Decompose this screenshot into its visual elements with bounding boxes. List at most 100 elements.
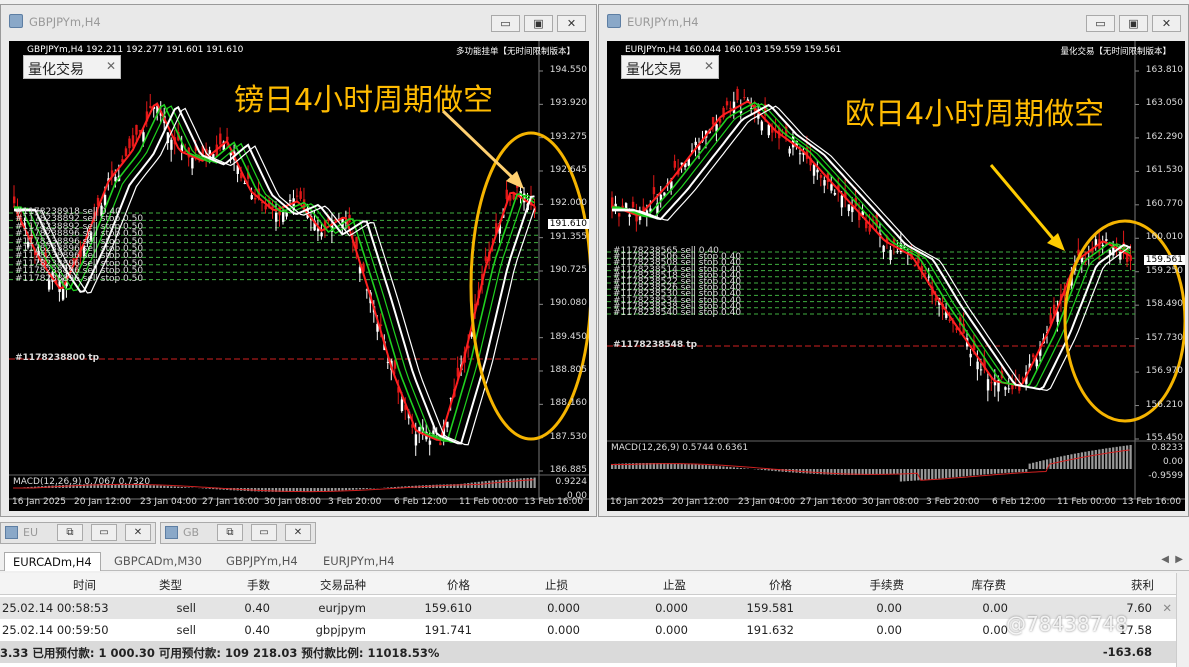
table-header: 时间 类型 手数 交易品种 价格 止损 止盈 价格 手续费 库存费 获利 [0,573,1176,595]
time-axis-label: 27 Jan 16:00 [202,497,259,507]
tab-scroll-left-icon[interactable]: ◀ [1161,554,1169,565]
table-row[interactable]: 25.02.14 00:59:50 sell 0.40 gbpjpym 191.… [0,619,1176,641]
maximize-button[interactable]: ▣ [524,15,553,32]
cell-sl: 0.000 [547,623,580,637]
restore-button[interactable]: ⧉ [217,524,243,541]
take-profit-label: #1178238548 tp [613,340,698,350]
macd-label: MACD(12,26,9) 0.5744 0.6361 [611,443,749,453]
chart-window-icon [607,14,621,28]
col-sl[interactable]: 止损 [545,577,568,593]
col-lots[interactable]: 手数 [247,577,270,593]
time-axis-label: 20 Jan 12:00 [672,497,729,507]
tab-gbpcad[interactable]: GBPCADm,M30 [106,552,210,571]
tab-gbpjpy[interactable]: GBPJPYm,H4 [218,552,306,571]
chart-window-icon [9,14,23,28]
order-level-label: #1178238540 sell stop 0.40 [613,308,742,318]
close-button[interactable]: ✕ [1152,15,1181,32]
price-axis-label: 188.805 [549,365,587,375]
window-title: GBPJPYm,H4 [29,15,101,29]
price-axis-label: 160.770 [1145,198,1183,209]
time-axis-label: 30 Jan 08:00 [862,497,919,507]
time-axis-label: 3 Feb 20:00 [328,497,382,507]
close-icon[interactable]: ✕ [106,59,116,73]
cell-swap: 0.00 [982,601,1008,615]
chart-tabs: EURCADm,H4 GBPCADm,M30 GBPJPYm,H4 EURJPY… [0,550,1189,571]
macd-axis-label: 0.00 [566,491,587,501]
cell-symbol: eurjpym [318,601,366,615]
eurjpy-chart-window[interactable]: EURJPYm,H4 ▭ ▣ ✕ EURJPYm,H4 160.044 160.… [598,4,1189,517]
close-order-icon[interactable]: ✕ [1162,601,1172,615]
col-tp[interactable]: 止盈 [663,577,686,593]
price-axis-label: 159.250 [1145,265,1183,276]
price-axis-label: 157.730 [1145,332,1183,343]
cell-price: 191.741 [424,623,472,637]
col-symbol[interactable]: 交易品种 [320,577,366,593]
close-icon[interactable]: ✕ [704,59,714,73]
summary-text: 3.33 已用预付款: 1 000.30 可用预付款: 109 218.03 预… [0,646,440,660]
minimized-window-gb[interactable]: GB ⧉ ▭ ✕ [160,522,316,544]
maximize-button[interactable]: ▣ [1119,15,1148,32]
price-axis-label: 190.725 [549,265,587,275]
cell-commission: 0.00 [876,623,902,637]
window-titlebar[interactable]: GBPJPYm,H4 ▭ ▣ ✕ [1,5,596,39]
chart-header: EURJPYm,H4 160.044 160.103 159.559 159.5… [625,45,842,55]
window-titlebar[interactable]: EURJPYm,H4 ▭ ▣ ✕ [599,5,1188,39]
col-swap[interactable]: 库存费 [972,577,1007,593]
price-axis-label: 162.290 [1145,131,1183,142]
price-axis-label: 192.000 [549,198,587,209]
time-axis-label: 30 Jan 08:00 [264,497,321,507]
maximize-button[interactable]: ▭ [91,524,117,541]
col-commission[interactable]: 手续费 [870,577,905,593]
cell-time: 25.02.14 00:58:53 [2,601,109,615]
price-axis-label: 191.355 [549,231,587,242]
window-title: EURJPYm,H4 [627,15,699,29]
col-type[interactable]: 类型 [159,577,182,593]
cell-tp: 0.000 [655,623,688,637]
summary-profit: -163.68 [1102,645,1152,659]
col-price[interactable]: 价格 [447,577,470,593]
price-axis-label: 190.080 [549,298,587,309]
time-axis-label: 6 Feb 12:00 [394,497,448,507]
table-row[interactable]: 25.02.14 00:58:53 sell 0.40 eurjpym 159.… [0,597,1176,619]
price-axis-label: 187.530 [549,431,587,442]
tab-scroll-right-icon[interactable]: ▶ [1175,554,1183,565]
account-summary-row: 3.33 已用预付款: 1 000.30 可用预付款: 109 218.03 预… [0,641,1176,663]
current-price-label: 159.561 [1143,255,1185,265]
gbpjpy-chart-window[interactable]: GBPJPYm,H4 ▭ ▣ ✕ GBPJPYm,H4 192.211 192.… [0,4,597,517]
price-chart[interactable]: EURJPYm,H4 160.044 160.103 159.559 159.5… [607,41,1185,511]
maximize-button[interactable]: ▭ [251,524,277,541]
annotation-text: 镑日4小时周期做空 [234,83,494,118]
macd-axis-label: -0.9599 [1148,471,1183,481]
minimize-button[interactable]: ▭ [1086,15,1115,32]
price-axis-label: 160.010 [1145,232,1183,243]
close-button[interactable]: ✕ [557,15,586,32]
close-button[interactable]: ✕ [125,524,151,541]
close-button[interactable]: ✕ [285,524,311,541]
col-current-price[interactable]: 价格 [769,577,792,593]
minimized-window-eu[interactable]: EU ⧉ ▭ ✕ [0,522,156,544]
cell-tp: 0.000 [655,601,688,615]
restore-button[interactable]: ⧉ [57,524,83,541]
order-level-label: #1178238896 sell stop 0.50 [15,273,144,284]
macd-label: MACD(12,26,9) 0.7067 0.7320 [13,477,151,487]
minimized-title: EU [23,526,39,539]
cell-current-price: 159.581 [746,601,794,615]
tab-eurcad[interactable]: EURCADm,H4 [4,552,101,571]
quant-panel[interactable]: 量化交易 ✕ [621,55,719,79]
quant-panel[interactable]: 量化交易 ✕ [23,55,121,79]
time-axis-label: 13 Feb 16:00 [1122,497,1182,507]
time-axis-label: 23 Jan 04:00 [738,497,795,507]
col-profit[interactable]: 获利 [1131,577,1154,593]
tab-eurjpy[interactable]: EURJPYm,H4 [315,552,403,571]
table-scrollbar[interactable] [1176,573,1189,667]
price-axis-label: 188.160 [549,398,587,409]
minimize-button[interactable]: ▭ [491,15,520,32]
cell-current-price: 191.632 [746,623,794,637]
time-axis-label: 11 Feb 00:00 [1057,497,1117,507]
price-chart[interactable]: GBPJPYm,H4 192.211 192.277 191.601 191.6… [9,41,589,511]
current-price-label: 191.610 [547,219,589,229]
cell-sl: 0.000 [547,601,580,615]
col-time[interactable]: 时间 [73,577,96,593]
chart-header: GBPJPYm,H4 192.211 192.277 191.601 191.6… [27,45,244,55]
cell-time: 25.02.14 00:59:50 [2,623,109,637]
